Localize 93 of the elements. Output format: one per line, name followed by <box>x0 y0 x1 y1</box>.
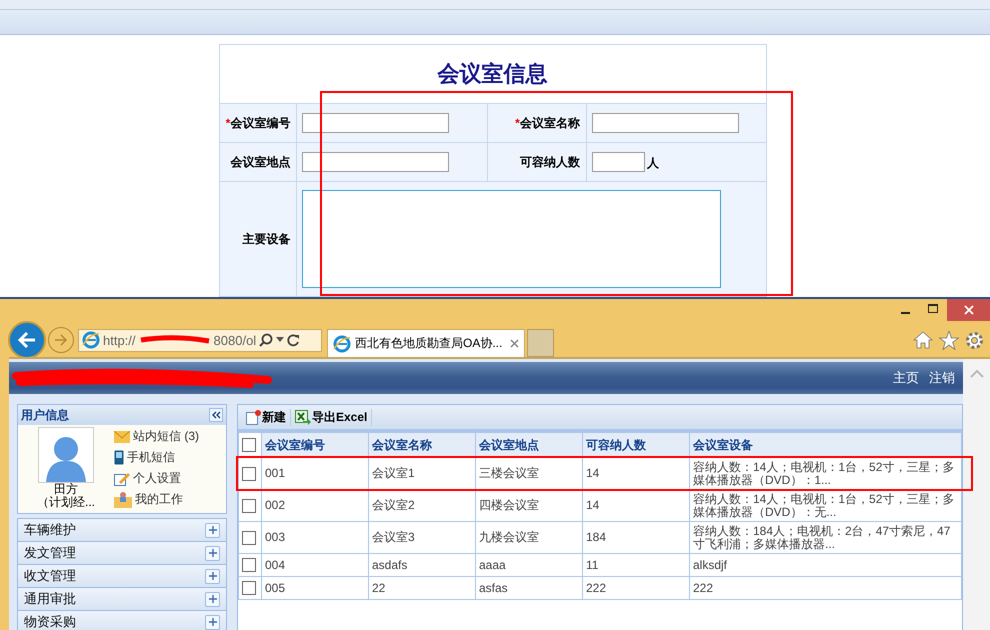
toolbar-button[interactable]: 新建 <box>246 408 291 426</box>
field-label: *会议室名称 <box>487 104 586 142</box>
avatar <box>38 427 94 483</box>
arrow-right-icon <box>54 334 68 346</box>
settings-icon[interactable] <box>965 330 984 350</box>
field-label: 会议室地点 <box>219 142 297 182</box>
url-text: 8080/ol <box>214 332 256 348</box>
dropdown-icon <box>276 337 284 343</box>
table-cell: 005 <box>262 576 368 600</box>
user-name: 田方 <box>54 483 78 496</box>
double-chevron-icon <box>211 411 221 419</box>
phone-icon <box>114 450 124 465</box>
menu-item[interactable]: 物资采购 <box>18 611 226 630</box>
minimize-icon <box>900 312 910 314</box>
column-header[interactable]: 会议室名称 <box>368 432 476 458</box>
pencil-icon <box>114 471 130 486</box>
expand-icon <box>205 614 220 630</box>
panel-title: 用户信息 <box>21 406 69 424</box>
column-header[interactable]: 会议室设备 <box>690 432 962 458</box>
field-label: 可容纳人数 <box>487 142 586 182</box>
toolbar-button[interactable]: 导出Excel <box>295 408 372 426</box>
text-field[interactable] <box>302 152 450 172</box>
row-checkbox[interactable] <box>242 581 256 595</box>
table-cell: asfas <box>476 576 582 600</box>
table-cell: 四楼会议室 <box>476 490 582 522</box>
sidebar-link[interactable]: 站内短信 (3) <box>114 427 199 446</box>
browser-logo-icon <box>82 331 100 349</box>
menu-item[interactable]: 通用审批 <box>18 588 226 611</box>
refresh-icon <box>287 334 300 346</box>
spreadsheet-icon <box>295 410 311 424</box>
table-cell: 222 <box>582 576 690 600</box>
header-link[interactable]: 主页 <box>893 369 919 387</box>
url-text: http:// <box>103 332 136 348</box>
arrow-left-icon <box>17 331 37 349</box>
text-field[interactable] <box>592 113 739 133</box>
header-link[interactable]: 注销 <box>929 369 955 387</box>
table-cell: 会议室2 <box>368 490 476 522</box>
collapse-button[interactable] <box>209 408 223 422</box>
close-button[interactable] <box>947 299 990 321</box>
menu-item[interactable]: 车辆维护 <box>18 519 226 542</box>
table-cell: 11 <box>582 554 690 576</box>
address-bar[interactable]: http:// 8080/ol <box>78 328 322 352</box>
sidebar-link[interactable]: 我的工作 <box>114 490 199 509</box>
table-cell: 004 <box>262 554 368 576</box>
table-cell: 184 <box>582 522 690 554</box>
close-icon <box>964 305 974 315</box>
expand-icon <box>205 546 220 560</box>
column-header[interactable]: 可容纳人数 <box>582 432 690 458</box>
field-label: 主要设备 <box>219 182 297 296</box>
back-button[interactable] <box>8 321 46 359</box>
expand-icon <box>205 592 220 606</box>
star-icon[interactable] <box>939 330 959 350</box>
expand-icon <box>205 568 220 584</box>
table-cell: 222 <box>690 576 962 600</box>
form-title: 会议室信息 <box>219 44 766 104</box>
sidebar-link[interactable]: 手机短信 <box>114 448 199 467</box>
table-cell: asdafs <box>368 554 476 576</box>
home-icon[interactable] <box>913 330 933 348</box>
search-icon <box>259 333 274 347</box>
select-all-checkbox[interactable] <box>242 438 256 452</box>
table-cell: 容纳人数：184人；电视机：2台，47寸索尼，47寸飞利浦；多媒体播放器... <box>690 522 962 554</box>
table-cell: 22 <box>368 576 476 600</box>
table-cell: alksdjf <box>690 554 962 576</box>
table-cell: 会议室3 <box>368 522 476 554</box>
row-checkbox[interactable] <box>242 558 256 572</box>
table-cell: 容纳人数：14人；电视机：1台，52寸，三星；多媒体播放器（DVD）：无... <box>690 490 962 522</box>
table-cell: 003 <box>262 522 368 554</box>
folder-icon <box>114 492 132 508</box>
row-checkbox[interactable] <box>242 466 256 480</box>
table-cell: 14 <box>582 490 690 522</box>
row-checkbox[interactable] <box>242 498 256 512</box>
column-header[interactable]: 会议室地点 <box>476 432 582 458</box>
row-checkbox[interactable] <box>242 530 256 544</box>
browser-logo-icon <box>333 334 351 352</box>
new-document-icon <box>246 410 261 424</box>
envelope-icon <box>114 430 130 442</box>
browser-tab[interactable]: 西北有色地质勘查局OA协... <box>327 329 525 357</box>
close-icon <box>510 339 519 348</box>
column-header[interactable]: 会议室编号 <box>262 432 368 458</box>
equipment-textarea[interactable] <box>302 190 722 288</box>
maximize-icon <box>928 304 938 314</box>
table-cell: 002 <box>262 490 368 522</box>
menu-item[interactable]: 收文管理 <box>18 565 226 588</box>
number-field[interactable] <box>592 152 645 172</box>
expand-icon <box>205 522 220 538</box>
table-cell: 九楼会议室 <box>476 522 582 554</box>
text-field[interactable] <box>302 113 450 133</box>
user-role: （计划经... <box>37 496 96 509</box>
unit-label: 人 <box>646 156 659 170</box>
field-label: *会议室编号 <box>219 104 297 142</box>
menu-item[interactable]: 发文管理 <box>18 542 226 565</box>
sidebar-link[interactable]: 个人设置 <box>114 469 199 488</box>
table-cell: aaaa <box>476 554 582 576</box>
